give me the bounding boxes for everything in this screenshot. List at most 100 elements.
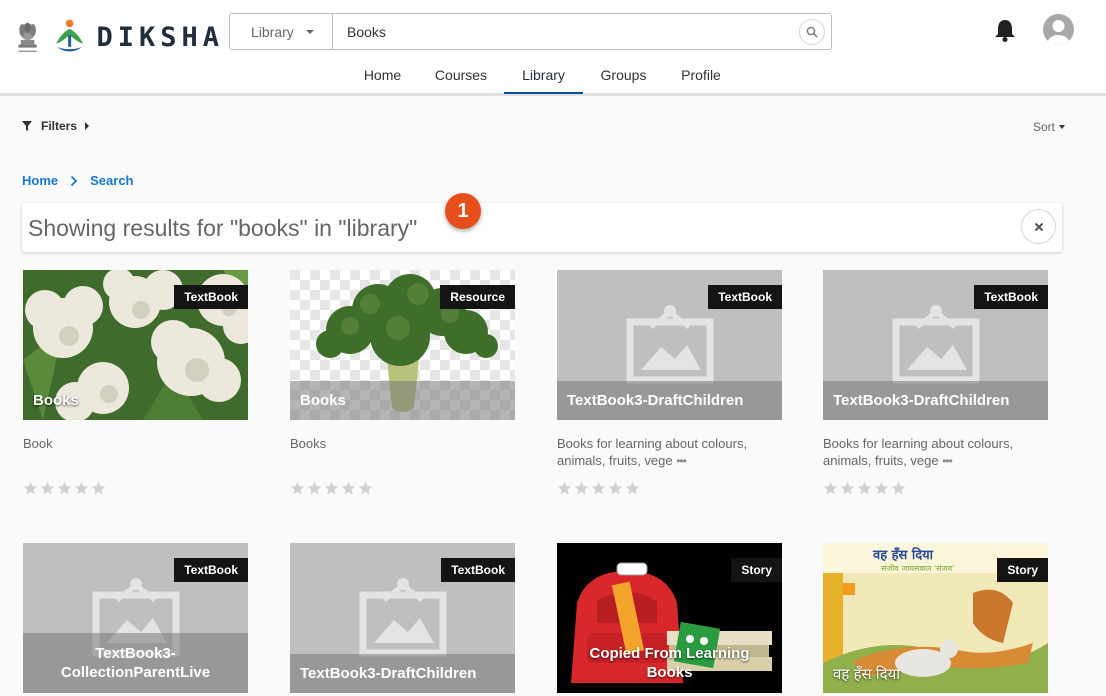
nav-home[interactable]: Home [350,58,415,94]
star-rating [557,481,782,496]
content-card[interactable]: वह हँस दिया संजीव जायसवाल 'संजय' Story व… [823,543,1048,693]
card-title: TextBook3-DraftChildren [823,381,1048,420]
more-icon[interactable]: ••• [676,454,687,468]
svg-text:संजीव जायसवाल 'संजय': संजीव जायसवाल 'संजय' [881,563,954,573]
star-icon [290,481,305,496]
chevron-down-icon [1059,125,1066,129]
card-description-text: Books for learning about colours, animal… [823,436,1014,468]
card-thumbnail: Resource Books [290,270,515,420]
diksha-mark-icon [56,19,84,52]
user-avatar[interactable] [1043,14,1074,45]
card-thumbnail: TextBook TextBook3-DraftChildren [823,270,1048,420]
brand-name: DIKSHA [96,21,224,53]
content-type-badge: Story [731,558,782,582]
filters-toggle[interactable]: Filters [22,119,90,133]
card-description: Books [290,436,327,451]
content-type-badge: TextBook [174,558,248,582]
card-description: Books for learning about colours, animal… [557,435,782,469]
search-bar: Library [229,13,832,50]
nav-groups[interactable]: Groups [590,58,657,94]
star-icon [358,481,373,496]
content-card[interactable]: TextBook TextBook3-DraftChildren Books f… [823,270,1048,496]
card-thumbnail: Story Copied From Learning Books [557,543,782,693]
star-icon [591,481,606,496]
card-title: Copied From Learning Books [589,645,750,681]
svg-text:वह हँस दिया: वह हँस दिया [872,547,934,563]
content-card[interactable]: TextBook TextBook3-DraftChildren [290,543,515,693]
search-button[interactable] [799,19,825,45]
nav-courses[interactable]: Courses [425,58,497,94]
search-input[interactable] [333,14,799,49]
card-thumbnail: TextBook Books [23,270,248,420]
content-type-badge: TextBook [708,285,782,309]
notification-bell-icon[interactable] [993,17,1017,43]
content-card[interactable]: Story Copied From Learning Books [557,543,782,693]
star-icon [57,481,72,496]
star-icon [823,481,838,496]
star-icon [557,481,572,496]
star-icon [608,481,623,496]
card-thumbnail: TextBook TextBook3-DraftChildren [290,543,515,693]
star-icon [874,481,889,496]
star-icon [625,481,640,496]
image-placeholder-icon [891,295,981,385]
app-header: DIKSHA Library Home Courses Library Grou… [0,0,1106,96]
more-icon[interactable]: ••• [942,454,953,468]
step-marker: 1 [445,193,481,229]
content-type-badge: Story [997,558,1048,582]
content-type-badge: Resource [440,285,515,309]
search-category-select[interactable]: Library [230,14,333,49]
filter-icon [22,121,32,131]
card-title: Books [33,392,79,409]
image-placeholder-icon [358,568,448,658]
brand-logo[interactable]: DIKSHA [10,9,224,65]
breadcrumb-home-link[interactable]: Home [22,173,58,188]
star-rating [823,481,1048,496]
user-icon [1047,20,1070,45]
card-title: TextBook3-DraftChildren [290,654,515,693]
star-icon [324,481,339,496]
card-title: TextBook3-CollectionParentLive [23,633,248,693]
national-emblem-icon [18,22,37,53]
card-description: Book [23,436,53,451]
card-thumbnail: TextBook TextBook3-DraftChildren [557,270,782,420]
star-icon [341,481,356,496]
star-icon [891,481,906,496]
chevron-right-icon [70,175,78,186]
main-nav: Home Courses Library Groups Profile [0,58,1106,94]
card-thumbnail: वह हँस दिया संजीव जायसवाल 'संजय' Story व… [823,543,1048,693]
sort-dropdown[interactable]: Sort [1033,120,1066,134]
nav-library[interactable]: Library [504,58,583,94]
search-icon [806,26,818,38]
nav-profile[interactable]: Profile [667,58,735,94]
star-rating [23,481,248,496]
image-placeholder-icon [625,295,715,385]
content-type-badge: TextBook [974,285,1048,309]
breadcrumb: Home Search [22,173,134,188]
card-title: TextBook3-DraftChildren [557,381,782,420]
clear-search-button[interactable] [1021,209,1056,244]
search-results-banner: Showing results for "books" in "library" [22,203,1062,252]
star-icon [857,481,872,496]
card-title: वह हँस दिया [833,665,901,683]
star-icon [574,481,589,496]
content-card[interactable]: Resource Books Books [290,270,515,496]
content-card[interactable]: TextBook TextBook3-CollectionParentLive [23,543,248,693]
chevron-down-icon [305,29,314,34]
card-description-text: Books for learning about colours, animal… [557,436,748,468]
content-type-badge: TextBook [174,285,248,309]
star-icon [91,481,106,496]
chevron-right-icon [85,122,90,130]
star-icon [23,481,38,496]
card-thumbnail: TextBook TextBook3-CollectionParentLive [23,543,248,693]
star-icon [840,481,855,496]
star-icon [307,481,322,496]
star-rating [290,481,515,496]
breadcrumb-search-link[interactable]: Search [90,173,133,188]
star-icon [74,481,89,496]
content-card[interactable]: TextBook TextBook3-DraftChildren Books f… [557,270,782,496]
star-icon [40,481,55,496]
search-category-label: Library [251,23,294,40]
content-card[interactable]: TextBook Books Book [23,270,248,496]
filters-label: Filters [41,119,78,133]
